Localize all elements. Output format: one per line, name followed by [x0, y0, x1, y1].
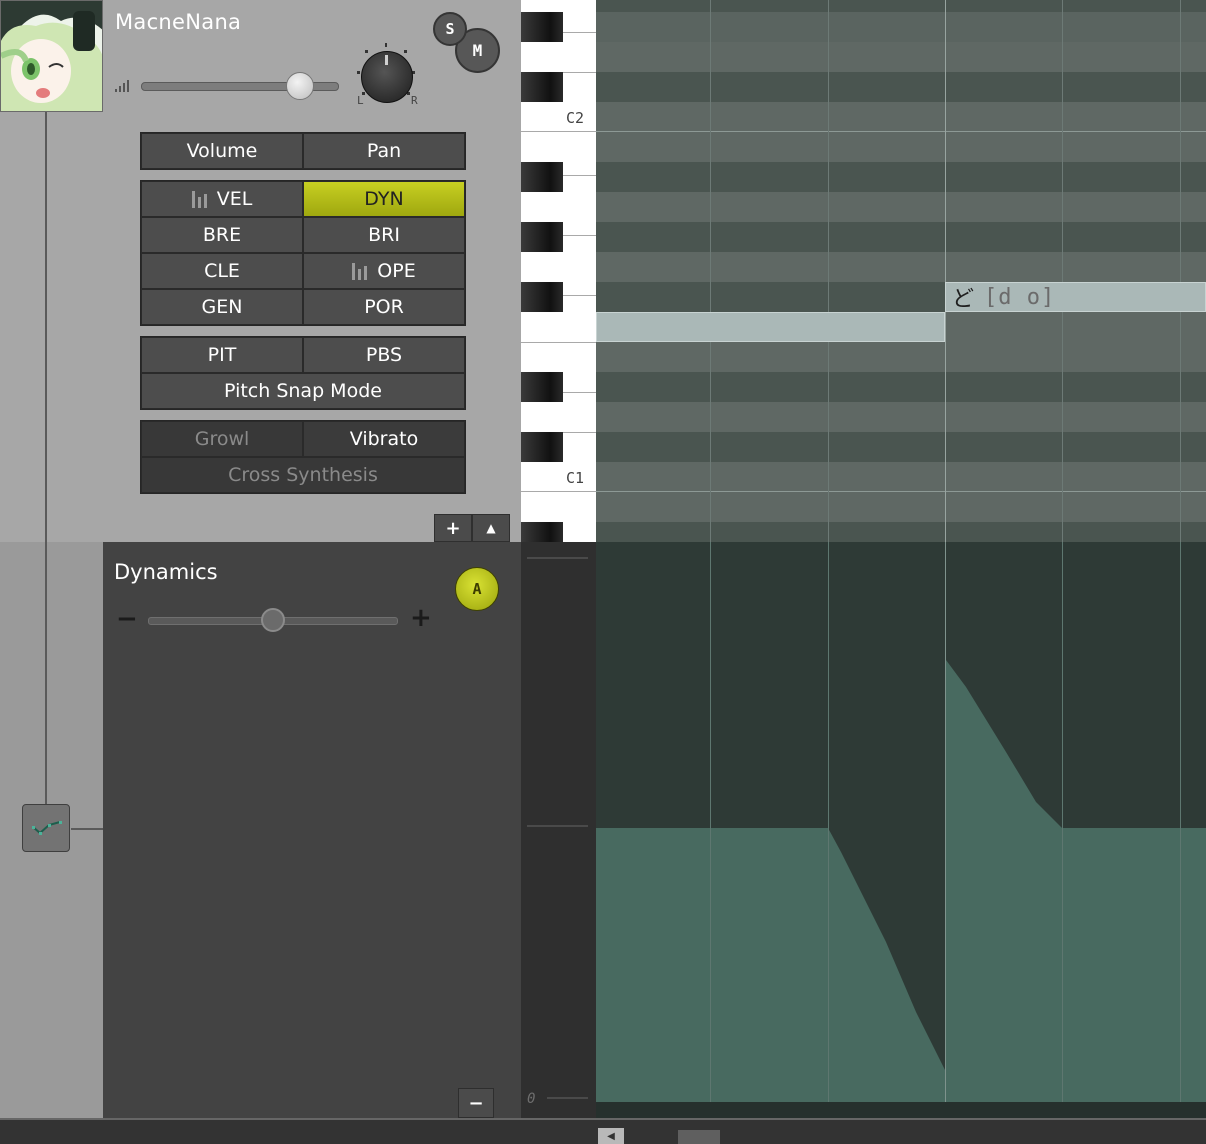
- lane: [596, 0, 1206, 12]
- black-key[interactable]: [521, 162, 563, 192]
- black-key[interactable]: [521, 432, 563, 462]
- bar-line: [945, 0, 946, 542]
- octave-label-c2: C2: [565, 109, 584, 127]
- bre-param-button[interactable]: BRE: [141, 217, 303, 253]
- lane: [596, 132, 1206, 162]
- pbs-param-button[interactable]: PBS: [303, 337, 465, 373]
- lane: [596, 522, 1206, 542]
- track-connector-line: [71, 828, 103, 830]
- track-connector-line: [45, 112, 47, 828]
- lane: [596, 402, 1206, 432]
- vel-param-label: VEL: [216, 188, 253, 210]
- collapse-up-button[interactable]: ▲: [472, 514, 510, 542]
- lane: [596, 102, 1206, 132]
- black-key[interactable]: [521, 12, 563, 42]
- vibrato-button[interactable]: Vibrato: [303, 421, 465, 457]
- signal-bars-icon: [114, 78, 130, 97]
- voice-param-group: VEL DYN BRE BRI CLE OPE GEN POR: [140, 180, 466, 326]
- piano-roll-grid[interactable]: [596, 0, 1206, 542]
- lane: [596, 252, 1206, 282]
- piano-keyboard[interactable]: C2 C1: [521, 0, 596, 542]
- black-key[interactable]: [521, 72, 563, 102]
- dyn-param-button[interactable]: DYN: [303, 181, 465, 217]
- dynamics-auto-button[interactable]: A: [455, 567, 499, 611]
- pitch-param-group: PIT PBS Pitch Snap Mode: [140, 336, 466, 410]
- ruler-zero-label: 0: [527, 1091, 536, 1107]
- dynamics-slider-thumb[interactable]: [261, 608, 285, 632]
- note-block[interactable]: ど [d o]: [945, 282, 1206, 312]
- octave-label-c1: C1: [565, 469, 584, 487]
- solo-button[interactable]: S: [433, 12, 467, 46]
- pan-right-label: R: [411, 94, 418, 107]
- pan-param-button[interactable]: Pan: [303, 133, 465, 169]
- cross-synthesis-button[interactable]: Cross Synthesis: [141, 457, 465, 493]
- black-key[interactable]: [521, 282, 563, 312]
- curve-pencil-icon: [32, 821, 62, 835]
- scrollbar-thumb[interactable]: [678, 1130, 720, 1144]
- lane: [596, 372, 1206, 402]
- parameter-curve-editor[interactable]: [596, 542, 1206, 1118]
- lane: [596, 222, 1206, 252]
- lane: [596, 342, 1206, 372]
- dynamics-decrease-button[interactable]: −: [116, 604, 138, 634]
- beat-line: [1062, 0, 1063, 542]
- dynamics-title: Dynamics: [114, 560, 218, 584]
- lane: [596, 12, 1206, 42]
- curve-tool-button[interactable]: [22, 804, 70, 852]
- singer-avatar[interactable]: [0, 0, 103, 112]
- lane: [596, 462, 1206, 492]
- extras-param-group: Growl Vibrato Cross Synthesis: [140, 420, 466, 494]
- lane: [596, 492, 1206, 522]
- ope-param-button[interactable]: OPE: [303, 253, 465, 289]
- parameter-value-ruler: [521, 542, 596, 1118]
- dynamics-curve-segment: [946, 660, 1206, 1118]
- pit-param-button[interactable]: PIT: [141, 337, 303, 373]
- curve-bottom-strip: [596, 1102, 1206, 1118]
- note-lyric: ど: [952, 287, 975, 312]
- add-param-panel-button[interactable]: +: [434, 514, 472, 542]
- beat-line: [1180, 0, 1181, 542]
- mix-param-group: Volume Pan: [140, 132, 466, 170]
- dynamics-curve-segment: [596, 828, 945, 1118]
- pan-knob[interactable]: [361, 51, 413, 103]
- octave-divider: [596, 491, 1206, 492]
- black-key[interactable]: [521, 372, 563, 402]
- bri-param-button[interactable]: BRI: [303, 217, 465, 253]
- bar-graph-icon: [191, 190, 207, 208]
- singer-name: MacneNana: [115, 10, 242, 34]
- scroll-left-arrow-icon[interactable]: ◀: [598, 1128, 624, 1144]
- beat-line: [710, 0, 711, 542]
- lane: [596, 42, 1206, 72]
- volume-slider-thumb[interactable]: [286, 72, 314, 100]
- volume-param-button[interactable]: Volume: [141, 133, 303, 169]
- note-phoneme: [d o]: [984, 284, 1056, 310]
- pan-left-label: L: [357, 94, 364, 107]
- growl-button[interactable]: Growl: [141, 421, 303, 457]
- gen-param-button[interactable]: GEN: [141, 289, 303, 325]
- lane: [596, 72, 1206, 102]
- ope-param-label: OPE: [377, 260, 416, 282]
- cle-param-button[interactable]: CLE: [141, 253, 303, 289]
- bar-graph-icon: [352, 262, 368, 280]
- dynamics-increase-button[interactable]: +: [410, 603, 432, 633]
- dynamics-curve: [596, 542, 1206, 1118]
- remove-param-panel-button[interactable]: −: [458, 1088, 494, 1118]
- dynamics-panel: [103, 542, 521, 1118]
- pitch-snap-mode-button[interactable]: Pitch Snap Mode: [141, 373, 465, 409]
- lane: [596, 432, 1206, 462]
- black-key[interactable]: [521, 222, 563, 252]
- vel-param-button[interactable]: VEL: [141, 181, 303, 217]
- note-block[interactable]: [596, 312, 945, 342]
- black-key[interactable]: [521, 522, 563, 542]
- singer-portrait-icon: [1, 1, 102, 111]
- lane: [596, 162, 1206, 192]
- lane: [596, 192, 1206, 222]
- beat-line: [828, 0, 829, 542]
- octave-divider: [596, 131, 1206, 132]
- por-param-button[interactable]: POR: [303, 289, 465, 325]
